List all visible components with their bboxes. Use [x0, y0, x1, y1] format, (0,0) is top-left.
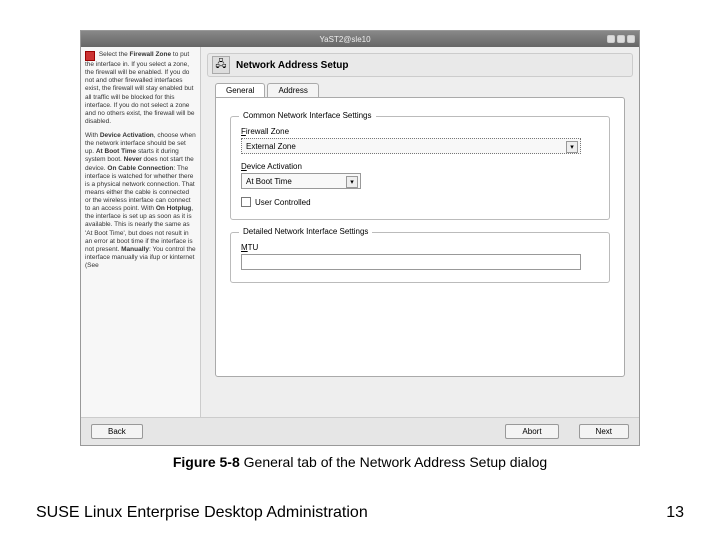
page-footer: SUSE Linux Enterprise Desktop Administra…	[36, 504, 684, 522]
maximize-icon[interactable]	[617, 35, 625, 43]
help-text: to put the interface in. If you select a…	[85, 51, 194, 125]
device-activation-select[interactable]: At Boot Time ▾	[241, 173, 361, 189]
network-icon: 🖧	[212, 56, 230, 74]
help-bold: Never	[124, 156, 142, 163]
wizard-footer: Back Abort Next	[81, 417, 639, 445]
mtu-label: MTU	[241, 243, 599, 252]
help-bold: Firewall Zone	[130, 51, 172, 58]
help-bold: On Cable Connection	[107, 165, 173, 172]
common-group-title: Common Network Interface Settings	[239, 111, 376, 120]
abort-button[interactable]: Abort	[505, 424, 558, 439]
window-title: YaST2@sle10	[85, 35, 605, 44]
help-text: With	[85, 132, 100, 139]
panel-header: 🖧 Network Address Setup	[207, 53, 633, 77]
tab-address[interactable]: Address	[267, 83, 318, 97]
firewall-zone-value: External Zone	[246, 142, 296, 151]
panel-title: Network Address Setup	[236, 60, 348, 71]
book-title: SUSE Linux Enterprise Desktop Administra…	[36, 504, 368, 522]
help-bold: Device Activation	[100, 132, 154, 139]
help-bold: At Boot Time	[96, 148, 136, 155]
figure-number: Figure 5-8	[173, 454, 240, 470]
firewall-icon	[85, 51, 95, 61]
next-button[interactable]: Next	[579, 424, 629, 439]
device-activation-label: Device Activation	[241, 162, 599, 171]
firewall-zone-label: Firewall Zone	[241, 127, 599, 136]
firewall-zone-select[interactable]: External Zone ▾	[241, 138, 581, 154]
tabs: General Address	[215, 83, 633, 97]
chevron-down-icon[interactable]: ▾	[346, 176, 358, 188]
detailed-settings-group: Detailed Network Interface Settings MTU	[230, 232, 610, 283]
detailed-group-title: Detailed Network Interface Settings	[239, 227, 372, 236]
device-activation-value: At Boot Time	[246, 177, 292, 186]
help-bold: Manually	[121, 246, 149, 253]
mtu-input[interactable]	[241, 254, 581, 270]
help-text: Select the	[99, 51, 130, 58]
titlebar: YaST2@sle10	[81, 31, 639, 47]
back-button[interactable]: Back	[91, 424, 143, 439]
tab-general[interactable]: General	[215, 83, 265, 97]
close-icon[interactable]	[627, 35, 635, 43]
page-number: 13	[666, 504, 684, 522]
common-settings-group: Common Network Interface Settings Firewa…	[230, 116, 610, 220]
user-controlled-checkbox[interactable]	[241, 197, 251, 207]
yast-window: YaST2@sle10 Select the Firewall Zone to …	[80, 30, 640, 446]
help-bold: On Hotplug	[156, 205, 191, 212]
figure-caption: Figure 5-8 General tab of the Network Ad…	[48, 454, 672, 470]
chevron-down-icon[interactable]: ▾	[566, 141, 578, 153]
user-controlled-label: User Controlled	[255, 198, 311, 207]
figure-text: General tab of the Network Address Setup…	[240, 454, 547, 470]
minimize-icon[interactable]	[607, 35, 615, 43]
tab-body-general: Common Network Interface Settings Firewa…	[215, 97, 625, 377]
main-panel: 🖧 Network Address Setup General Address …	[201, 47, 639, 417]
help-sidebar: Select the Firewall Zone to put the inte…	[81, 47, 201, 417]
user-controlled-row: User Controlled	[241, 197, 599, 207]
